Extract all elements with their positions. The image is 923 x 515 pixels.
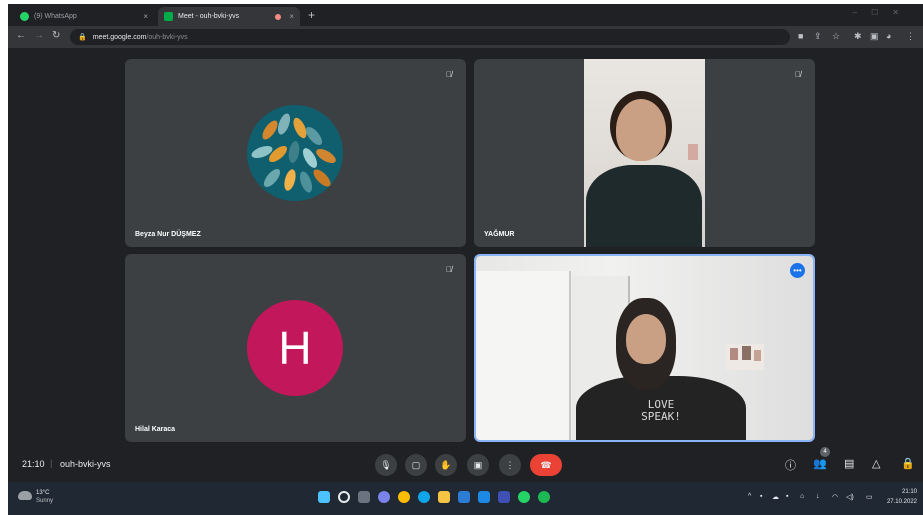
address-bar[interactable]: 🔒 meet.google.com/ouh-bvki-yvs bbox=[70, 29, 790, 45]
leave-call-button[interactable]: ☎ bbox=[530, 454, 562, 476]
clock-time[interactable]: 21:10 bbox=[902, 489, 917, 495]
meeting-time: 21:10 bbox=[22, 459, 45, 469]
person-face bbox=[616, 99, 666, 161]
present-button[interactable]: ▣ bbox=[467, 454, 489, 476]
weather-temperature: 13°C bbox=[36, 490, 50, 496]
onedrive-icon[interactable]: ☁ bbox=[772, 493, 779, 501]
profile-icon[interactable]: ◕ bbox=[886, 31, 891, 41]
reload-icon[interactable]: ↻ bbox=[52, 30, 60, 41]
volume-icon[interactable]: ◁) bbox=[846, 493, 854, 501]
participant-video bbox=[584, 59, 705, 247]
muted-mic-icon: 🎙̸ bbox=[446, 69, 452, 79]
battery-icon[interactable]: ▭ bbox=[866, 493, 873, 501]
muted-mic-icon: 🎙̸ bbox=[446, 264, 452, 274]
whatsapp-icon[interactable] bbox=[518, 491, 530, 503]
mail-icon[interactable] bbox=[478, 491, 490, 503]
raise-hand-button[interactable]: ✋ bbox=[435, 454, 457, 476]
tab-label: (9) WhatsApp bbox=[34, 13, 77, 20]
new-tab-button[interactable]: + bbox=[308, 8, 315, 22]
tray-overflow-icon[interactable]: ^ bbox=[748, 493, 751, 500]
host-controls-icon[interactable]: 🔒 bbox=[901, 457, 915, 470]
browser-toolbar: ← → ↻ 🔒 meet.google.com/ouh-bvki-yvs ■ ⇪… bbox=[8, 26, 923, 48]
people-icon[interactable]: 👥 bbox=[813, 457, 827, 470]
network-icon[interactable]: ⌂ bbox=[800, 493, 804, 500]
back-icon[interactable]: ← bbox=[16, 30, 26, 41]
download-icon[interactable]: ↓ bbox=[816, 493, 820, 500]
browser-menu-icon[interactable]: ⋮ bbox=[906, 31, 915, 42]
wall-picture bbox=[688, 144, 698, 160]
shirt-print: LOVE SPEAK! bbox=[641, 398, 681, 423]
wall-poster bbox=[726, 344, 764, 370]
recording-dot-icon bbox=[275, 13, 282, 20]
person-face bbox=[626, 314, 666, 364]
tab-meet[interactable]: Meet - ouh-bvki-yvs × bbox=[158, 7, 300, 26]
meet-favicon-icon bbox=[164, 12, 173, 21]
separator: | bbox=[50, 458, 53, 468]
taskbar: 13°C Sunny ^ ▪ ☁ ▪ ⌂ ↓ ◠ ◁) ▭ 21:10 27.1… bbox=[8, 482, 923, 515]
people-count-badge: 4 bbox=[820, 447, 830, 457]
tab-close-icon[interactable]: × bbox=[143, 12, 148, 21]
activities-icon[interactable]: △ bbox=[872, 457, 880, 470]
search-icon[interactable] bbox=[338, 491, 350, 503]
self-view-tile[interactable]: LOVE SPEAK! ••• bbox=[474, 254, 815, 442]
extensions-icon[interactable]: ✱ bbox=[854, 31, 862, 42]
chat-icon[interactable]: ▤ bbox=[844, 457, 854, 470]
meet-stage: 🎙̸ Beyza Nur DÜŞMEZ 🎙̸ YAĞMUR H 🎙̸ Hilal… bbox=[8, 48, 923, 515]
camera-indicator-icon[interactable]: ■ bbox=[798, 31, 803, 41]
participant-tile-yagmur[interactable]: 🎙̸ YAĞMUR bbox=[474, 59, 815, 247]
profile-picture bbox=[247, 105, 343, 201]
lock-icon: 🔒 bbox=[78, 34, 87, 41]
tab-label: Meet - ouh-bvki-yvs bbox=[178, 13, 240, 20]
muted-mic-icon: 🎙̸ bbox=[795, 69, 801, 79]
spotify-icon[interactable] bbox=[538, 491, 550, 503]
info-icon[interactable]: ⓘ bbox=[785, 457, 796, 473]
tray-app-icon[interactable]: ▪ bbox=[760, 493, 762, 500]
more-options-icon[interactable]: ••• bbox=[790, 263, 805, 278]
edge-icon[interactable] bbox=[418, 491, 430, 503]
file-explorer-icon[interactable] bbox=[438, 491, 450, 503]
zoom-icon[interactable] bbox=[458, 491, 470, 503]
window-controls[interactable]: ‒☐✕ bbox=[853, 8, 913, 17]
teams-chat-icon[interactable] bbox=[378, 491, 390, 503]
meeting-code: ouh-bvki-yvs bbox=[60, 459, 111, 469]
mic-button[interactable]: 🎙 bbox=[375, 454, 397, 476]
self-video: LOVE SPEAK! bbox=[476, 256, 813, 440]
bookmark-star-icon[interactable]: ☆ bbox=[832, 31, 840, 42]
weather-icon[interactable] bbox=[18, 491, 32, 500]
wardrobe bbox=[476, 271, 571, 440]
participant-name: YAĞMUR bbox=[484, 231, 515, 238]
url-path: /ouh-bvki-yvs bbox=[146, 33, 188, 41]
initial-avatar: H bbox=[247, 300, 343, 396]
participant-name: Beyza Nur DÜŞMEZ bbox=[135, 231, 201, 238]
task-view-icon[interactable] bbox=[358, 491, 370, 503]
store-icon[interactable] bbox=[498, 491, 510, 503]
tab-whatsapp[interactable]: (9) WhatsApp × bbox=[14, 7, 154, 26]
tab-close-icon[interactable]: × bbox=[289, 12, 294, 21]
start-icon[interactable] bbox=[318, 491, 330, 503]
share-icon[interactable]: ⇪ bbox=[814, 31, 822, 42]
participant-tile-beyza[interactable]: 🎙̸ Beyza Nur DÜŞMEZ bbox=[125, 59, 466, 247]
url-host: meet.google.com bbox=[92, 33, 147, 41]
participant-name: Hilal Karaca bbox=[135, 426, 176, 433]
wifi-icon[interactable]: ◠ bbox=[832, 493, 838, 501]
browser-tab-strip: (9) WhatsApp × Meet - ouh-bvki-yvs × + ‒… bbox=[8, 4, 923, 26]
sidebar-icon[interactable]: ▣ bbox=[870, 31, 879, 42]
more-options-button[interactable]: ⋮ bbox=[499, 454, 521, 476]
forward-icon[interactable]: → bbox=[34, 30, 44, 41]
participant-tile-hilal[interactable]: H 🎙̸ Hilal Karaca bbox=[125, 254, 466, 442]
chrome-icon[interactable] bbox=[398, 491, 410, 503]
clock-date[interactable]: 27.10.2022 bbox=[887, 499, 917, 505]
camera-button[interactable]: ▢ bbox=[405, 454, 427, 476]
weather-description: Sunny bbox=[36, 498, 54, 504]
screen: (9) WhatsApp × Meet - ouh-bvki-yvs × + ‒… bbox=[8, 4, 923, 515]
tray-app-icon[interactable]: ▪ bbox=[786, 493, 788, 500]
whatsapp-favicon-icon bbox=[20, 12, 29, 21]
